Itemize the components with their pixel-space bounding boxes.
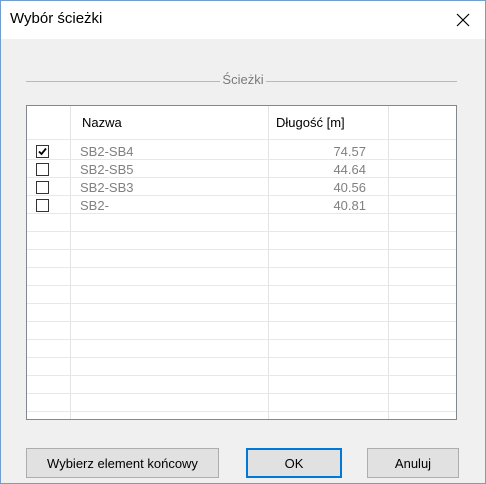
row-divider: [27, 267, 456, 268]
row-divider: [27, 177, 456, 178]
row-divider: [27, 159, 456, 160]
cell-length: 40.81: [333, 198, 366, 213]
row-divider: [27, 339, 456, 340]
cell-length: 44.64: [333, 162, 366, 177]
row-checkbox[interactable]: [36, 181, 49, 194]
group-label: Ścieżki: [220, 72, 266, 87]
cell-name: SB2-SB3: [80, 180, 134, 195]
ok-button[interactable]: OK: [246, 448, 342, 478]
cell-length: 40.56: [333, 180, 366, 195]
cancel-button[interactable]: Anuluj: [367, 448, 459, 478]
header-divider: [27, 139, 456, 140]
column-header-name[interactable]: Nazwa: [82, 106, 122, 139]
row-divider: [27, 321, 456, 322]
cell-name: SB2-SB5: [80, 162, 134, 177]
row-divider: [27, 195, 456, 196]
paths-table: Nazwa Długość [m] SB2-SB4 74.57 SB2-SB5 44.…: [26, 105, 457, 420]
check-icon: [38, 147, 47, 156]
path-selection-dialog: Wybór ścieżki Ścieżki Nazwa Długość [m] …: [0, 0, 486, 484]
row-checkbox[interactable]: [36, 163, 49, 176]
row-divider: [27, 213, 456, 214]
cell-name: SB2-: [80, 198, 109, 213]
row-checkbox[interactable]: [36, 199, 49, 212]
row-divider: [27, 411, 456, 412]
row-divider: [27, 231, 456, 232]
row-divider: [27, 249, 456, 250]
window-title: Wybór ścieżki: [10, 10, 103, 27]
close-button[interactable]: [440, 1, 485, 39]
row-checkbox[interactable]: [36, 145, 49, 158]
title-bar: Wybór ścieżki: [1, 1, 485, 39]
row-divider: [27, 303, 456, 304]
close-icon: [456, 13, 469, 27]
select-end-element-button[interactable]: Wybierz element końcowy: [26, 448, 219, 478]
cell-length: 74.57: [333, 144, 366, 159]
row-divider: [27, 357, 456, 358]
row-divider: [27, 375, 456, 376]
cell-name: SB2-SB4: [80, 144, 134, 159]
column-header-length[interactable]: Długość [m]: [276, 106, 345, 139]
row-divider: [27, 393, 456, 394]
row-divider: [27, 285, 456, 286]
